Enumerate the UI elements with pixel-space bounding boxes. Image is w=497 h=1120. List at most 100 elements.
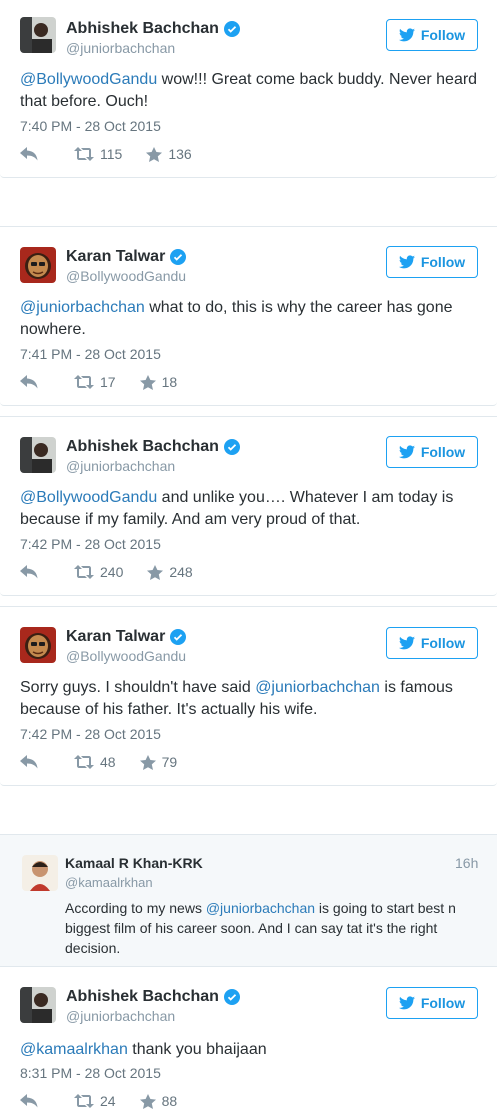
author-name-text: Karan Talwar (66, 248, 166, 265)
follow-label: Follow (420, 254, 466, 270)
retweet-count: 17 (100, 374, 116, 390)
reply-button[interactable] (20, 147, 38, 161)
tweet-text: @kamaalrkhan thank you bhaijaan (20, 1039, 480, 1061)
retweet-icon (74, 375, 94, 389)
like-button[interactable]: 18 (139, 374, 178, 390)
follow-label: Follow (420, 444, 466, 460)
like-button[interactable]: 88 (139, 1093, 178, 1109)
mention-link[interactable]: @juniorbachchan (206, 900, 315, 916)
retweet-count: 24 (100, 1093, 116, 1109)
quoted-tweet-text: According to my news @juniorbachchan is … (65, 898, 475, 958)
star-icon (139, 754, 156, 770)
like-count: 248 (169, 564, 193, 580)
reply-icon (20, 565, 38, 579)
follow-label: Follow (420, 27, 466, 43)
avatar[interactable] (20, 437, 56, 473)
author-handle[interactable]: @juniorbachchan (66, 458, 175, 474)
author-handle[interactable]: @BollywoodGandu (66, 268, 186, 284)
reply-button[interactable] (20, 565, 38, 579)
follow-button[interactable]: Follow (386, 246, 478, 278)
author-name[interactable]: Abhishek Bachchan (66, 20, 240, 38)
author-handle[interactable]: @BollywoodGandu (66, 648, 186, 664)
twitter-bird-icon (398, 28, 415, 42)
reply-icon (20, 755, 38, 769)
retweet-icon (74, 147, 94, 161)
retweet-count: 240 (100, 564, 124, 580)
follow-button[interactable]: Follow (386, 436, 478, 468)
reply-icon (20, 375, 38, 389)
tweet-text: @juniorbachchan what to do, this is why … (20, 297, 480, 341)
author-name-text: Abhishek Bachchan (66, 988, 219, 1005)
tweet-timestamp[interactable]: 7:42 PM - 28 Oct 2015 (20, 536, 161, 552)
quoted-author-name[interactable]: Kamaal R Khan-KRK (65, 855, 203, 871)
retweet-button[interactable]: 240 (74, 564, 123, 580)
avatar[interactable] (20, 987, 56, 1023)
twitter-bird-icon (398, 255, 415, 269)
author-name[interactable]: Abhishek Bachchan (66, 988, 240, 1006)
star-icon (139, 374, 156, 390)
like-count: 79 (161, 754, 178, 770)
avatar[interactable] (22, 855, 58, 891)
retweet-button[interactable]: 115 (74, 146, 122, 162)
tweet-text: @BollywoodGandu wow!!! Great come back b… (20, 69, 480, 113)
quoted-body: According to my news (65, 900, 206, 916)
author-name[interactable]: Karan Talwar (66, 248, 187, 266)
mention-link[interactable]: @juniorbachchan (20, 299, 145, 316)
twitter-bird-icon (398, 636, 415, 650)
reply-button[interactable] (20, 1094, 38, 1108)
avatar[interactable] (20, 627, 56, 663)
tweet-body: thank you bhaijaan (127, 1041, 267, 1058)
like-button[interactable]: 136 (146, 146, 192, 162)
follow-button[interactable]: Follow (386, 987, 478, 1019)
verified-icon (223, 439, 240, 455)
tweet-card: Karan Talwar @BollywoodGandu Follow Sorr… (0, 606, 497, 786)
tweet-actions: 240 248 (20, 564, 193, 580)
author-handle[interactable]: @juniorbachchan (66, 1008, 175, 1024)
mention-link[interactable]: @juniorbachchan (255, 679, 380, 696)
tweet-timestamp[interactable]: 7:40 PM - 28 Oct 2015 (20, 118, 161, 134)
author-handle[interactable]: @juniorbachchan (66, 40, 175, 56)
retweet-icon (74, 755, 94, 769)
retweet-count: 48 (100, 754, 116, 770)
tweet-text: @BollywoodGandu and unlike you…. Whateve… (20, 487, 480, 531)
author-name[interactable]: Abhishek Bachchan (66, 438, 240, 456)
retweet-button[interactable]: 48 (74, 754, 116, 770)
like-button[interactable]: 79 (139, 754, 178, 770)
tweet-actions: 17 18 (20, 374, 177, 390)
like-count: 136 (168, 146, 192, 162)
avatar[interactable] (20, 247, 56, 283)
tweet-actions: 48 79 (20, 754, 177, 770)
like-count: 88 (161, 1093, 178, 1109)
author-name-text: Abhishek Bachchan (66, 20, 219, 37)
like-count: 18 (161, 374, 178, 390)
retweet-button[interactable]: 17 (74, 374, 116, 390)
reply-button[interactable] (20, 375, 38, 389)
mention-link[interactable]: @kamaalrkhan (20, 1041, 128, 1058)
retweet-button[interactable]: 24 (74, 1093, 116, 1109)
tweet-card: Karan Talwar @BollywoodGandu Follow @jun… (0, 226, 497, 406)
verified-icon (223, 989, 240, 1005)
star-icon (139, 1093, 156, 1109)
reply-icon (20, 147, 38, 161)
quoted-tweet[interactable]: Kamaal R Khan-KRK @kamaalrkhan 16h Accor… (0, 834, 497, 966)
avatar[interactable] (20, 17, 56, 53)
mention-link[interactable]: @BollywoodGandu (20, 71, 157, 88)
quoted-author-handle[interactable]: @kamaalrkhan (65, 875, 153, 890)
follow-label: Follow (420, 995, 466, 1011)
tweet-timestamp[interactable]: 8:31 PM - 28 Oct 2015 (20, 1065, 161, 1081)
verified-icon (170, 249, 187, 265)
tweet-actions: 24 88 (20, 1093, 177, 1109)
tweet-timestamp[interactable]: 7:41 PM - 28 Oct 2015 (20, 346, 161, 362)
verified-icon (223, 21, 240, 37)
mention-link[interactable]: @BollywoodGandu (20, 489, 157, 506)
author-name-text: Abhishek Bachchan (66, 438, 219, 455)
quoted-timestamp[interactable]: 16h (455, 855, 478, 871)
reply-button[interactable] (20, 755, 38, 769)
follow-button[interactable]: Follow (386, 627, 478, 659)
follow-button[interactable]: Follow (386, 19, 478, 51)
like-button[interactable]: 248 (147, 564, 193, 580)
tweet-timestamp[interactable]: 7:42 PM - 28 Oct 2015 (20, 726, 161, 742)
twitter-bird-icon (398, 996, 415, 1010)
author-name[interactable]: Karan Talwar (66, 628, 187, 646)
reply-icon (20, 1094, 38, 1108)
